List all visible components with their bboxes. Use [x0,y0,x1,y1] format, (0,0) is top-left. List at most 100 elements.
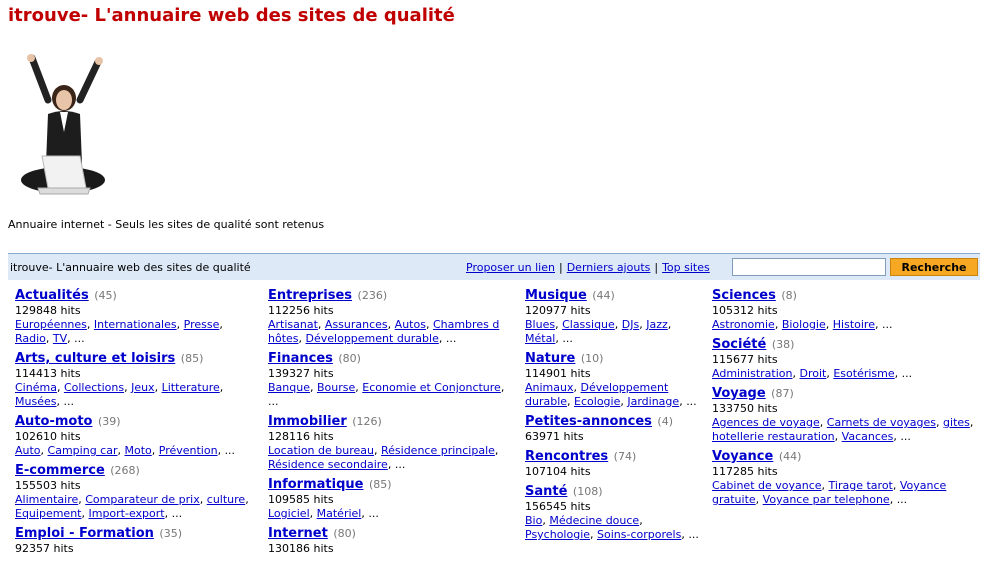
subcategory-link[interactable]: Droit [800,367,827,380]
subcategory-link[interactable]: Résidence principale [381,444,495,457]
search-input[interactable] [732,258,886,276]
category-link[interactable]: Informatique [268,477,363,492]
subcategory-link[interactable]: Bourse [317,381,355,394]
subcategory-link[interactable]: Assurances [325,318,388,331]
subcategory-link[interactable]: culture [207,493,245,506]
subcategory-list: Astronomie, Biologie, Histoire, ... [712,318,893,331]
subcategory-link[interactable]: Collections [64,381,124,394]
category-link[interactable]: Rencontres [525,449,608,464]
category-link[interactable]: Petites-annonces [525,414,652,429]
subcategory-link[interactable]: Jeux [131,381,155,394]
category-link[interactable]: Arts, culture et loisirs [15,351,175,366]
category-link[interactable]: Entreprises [268,288,352,303]
subcategory-link[interactable]: Administration [712,367,793,380]
subcategory-link[interactable]: Presse [184,318,220,331]
top-sites-link[interactable]: Top sites [662,261,710,274]
subcategory-link[interactable]: Camping car [48,444,118,457]
subcategory-link[interactable]: Agences de voyage [712,416,820,429]
subcategory-list: Cinéma, Collections, Jeux, Litterature, … [15,381,224,408]
search-button[interactable]: Recherche [890,258,978,276]
subcategory-link[interactable]: Litterature [162,381,220,394]
category-link[interactable]: Musique [525,288,587,303]
category-count: (39) [97,415,121,428]
subcategory-link[interactable]: Esotérisme [833,367,894,380]
category-link[interactable]: Voyage [712,386,766,401]
category-link[interactable]: Société [712,337,766,352]
subcategory-link[interactable]: Cinéma [15,381,57,394]
subcategory-list: Animaux, Développement durable, Ecologie… [525,381,697,408]
category-link[interactable]: Auto-moto [15,414,92,429]
subcategory-link[interactable]: Alimentaire [15,493,78,506]
category-block: Santé (108) 156545 hits Bio, Médecine douc… [525,483,700,542]
category-link[interactable]: Finances [268,351,333,366]
category-column-3: Musique (44) 120977 hits Blues, Classique,… [525,287,700,546]
subcategory-link[interactable]: Développement durable [306,332,439,345]
subcategory-link[interactable]: Ecologie [574,395,620,408]
category-link[interactable]: Nature [525,351,575,366]
category-count: (35) [159,527,182,540]
category-link[interactable]: Emploi - Formation [15,526,154,541]
subcategory-link[interactable]: Histoire [833,318,875,331]
category-hits: 107104 hits [525,465,591,478]
subcategory-link[interactable]: Comparateur de prix [85,493,200,506]
subcategory-link[interactable]: Bio [525,514,542,527]
category-link[interactable]: Voyance [712,449,773,464]
subcategory-link[interactable]: DJs [622,318,639,331]
subcategory-link[interactable]: Européennes [15,318,87,331]
subcategory-link[interactable]: Artisanat [268,318,318,331]
subcategory-link[interactable]: Radio [15,332,46,345]
subcategory-link[interactable]: Vacances [842,430,894,443]
category-link[interactable]: Immobilier [268,414,347,429]
subcategory-link[interactable]: hotellerie restauration [712,430,835,443]
subcategory-link[interactable]: Logiciel [268,507,310,520]
subcategory-link[interactable]: Jardinage [627,395,679,408]
category-link[interactable]: Internet [268,526,328,541]
subcategory-link[interactable]: Classique [562,318,615,331]
category-hits: 114901 hits [525,367,591,380]
subcategory-link[interactable]: Animaux [525,381,574,394]
category-link[interactable]: E-commerce [15,463,105,478]
subcategory-link[interactable]: Carnets de voyages [827,416,936,429]
category-block: Actualités (45) 129848 hits Européennes, I… [15,287,255,346]
subcategory-link[interactable]: Psychologie [525,528,590,541]
category-link[interactable]: Actualités [15,288,89,303]
subcategory-link[interactable]: Tirage tarot [829,479,893,492]
category-link[interactable]: Sciences [712,288,776,303]
subcategory-link[interactable]: Autos [395,318,426,331]
subcategory-link[interactable]: Résidence secondaire [268,458,388,471]
subcategory-link[interactable]: Médecine douce [549,514,639,527]
subcategory-link[interactable]: Matériel [317,507,362,520]
category-block: Nature (10) 114901 hits Animaux, Développe… [525,350,700,409]
subcategory-link[interactable]: Prévention [159,444,218,457]
subcategory-link[interactable]: Soins-corporels [597,528,681,541]
subcategory-link[interactable]: Astronomie [712,318,775,331]
category-count: (44) [778,450,802,463]
subcategory-link[interactable]: gites [943,416,970,429]
subcategory-link[interactable]: Musées [15,395,56,408]
more-ellipsis: ... [688,528,699,541]
subcategory-list: Artisanat, Assurances, Autos, Chambres d… [268,318,500,345]
subcategory-link[interactable]: Biologie [782,318,826,331]
subcategory-link[interactable]: Jazz [646,318,668,331]
latest-additions-link[interactable]: Derniers ajouts [567,261,651,274]
subcategory-list: Alimentaire, Comparateur de prix, cultur… [15,493,249,520]
subcategory-link[interactable]: Auto [15,444,41,457]
subcategory-link[interactable]: Cabinet de voyance [712,479,822,492]
more-ellipsis: ... [896,493,908,506]
subcategory-link[interactable]: Location de bureau [268,444,374,457]
subcategory-link[interactable]: Internationales [94,318,177,331]
subcategory-link[interactable]: Banque [268,381,310,394]
subcategory-link[interactable]: Blues [525,318,555,331]
subcategory-link[interactable]: Economie et Conjoncture [362,381,501,394]
subcategory-link[interactable]: Métal [525,332,555,345]
subcategory-link[interactable]: Voyance par telephone [763,493,890,506]
subcategory-link[interactable]: Moto [124,444,151,457]
subcategory-link[interactable]: Import-export [88,507,164,520]
toolbar-links: Proposer un lien | Derniers ajouts | Top sit… [466,261,710,274]
subcategory-link[interactable]: Equipement [15,507,81,520]
propose-link[interactable]: Proposer un lien [466,261,555,274]
category-link[interactable]: Santé [525,484,567,499]
subcategory-list: Bio, Médecine douce, Psychologie, Soins-… [525,514,699,541]
subcategory-link[interactable]: TV [53,332,67,345]
category-column-4: Sciences (8) 105312 hits Astronomie, Biolo… [712,287,977,511]
